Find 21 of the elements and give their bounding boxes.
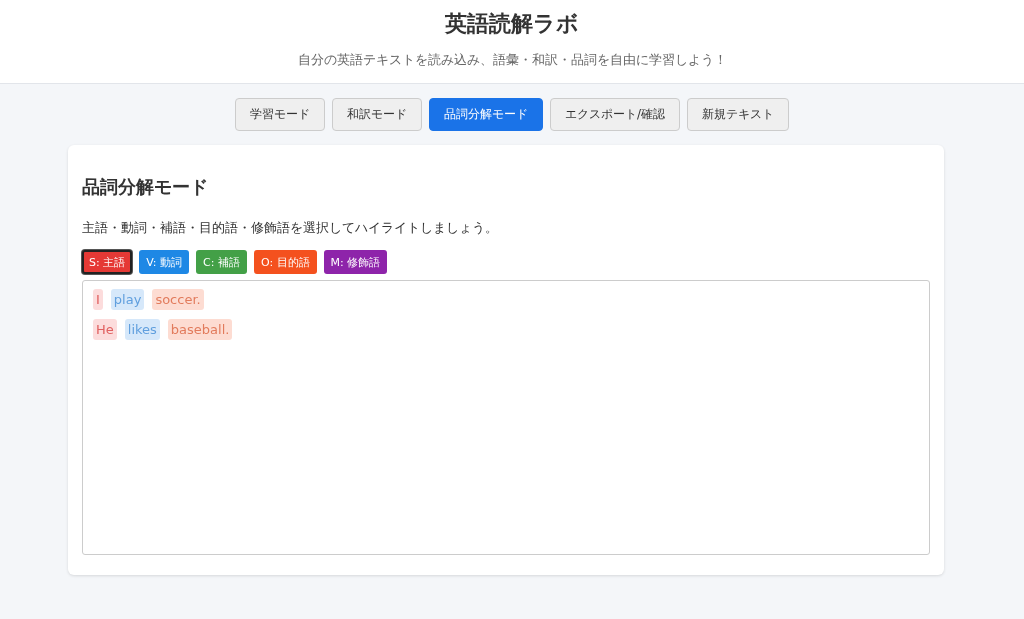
mode-tab[interactable]: 和訳モード bbox=[331, 98, 422, 131]
part-of-speech-tag[interactable]: M: 修飾語 bbox=[323, 250, 388, 274]
mode-tab[interactable]: 学習モード bbox=[234, 98, 325, 131]
mode-tab[interactable]: 新規テキスト bbox=[687, 98, 789, 131]
part-of-speech-tag[interactable]: C: 補語 bbox=[196, 250, 247, 274]
highlighted-word[interactable]: likes bbox=[124, 319, 160, 340]
part-of-speech-tag[interactable]: S: 主語 bbox=[82, 250, 133, 274]
highlighted-word[interactable]: baseball. bbox=[167, 319, 233, 340]
part-of-speech-tag[interactable]: O: 目的語 bbox=[253, 250, 317, 274]
highlighted-word[interactable]: play bbox=[110, 289, 145, 310]
app-subtitle: 自分の英語テキストを読み込み、語彙・和訳・品詞を自由に学習しよう！ bbox=[297, 51, 727, 69]
part-of-speech-tag[interactable]: V: 動詞 bbox=[139, 250, 190, 274]
highlighted-word[interactable]: soccer. bbox=[152, 289, 204, 310]
instruction-text: 主語・動詞・補語・目的語・修飾語を選択してハイライトしましょう。 bbox=[82, 220, 499, 237]
highlighted-word[interactable]: He bbox=[93, 319, 117, 340]
highlighted-word[interactable]: I bbox=[93, 289, 103, 310]
panel-heading: 品詞分解モード bbox=[82, 175, 209, 199]
mode-tab[interactable]: 品詞分解モード bbox=[428, 98, 543, 131]
app-title: 英語読解ラボ bbox=[445, 10, 579, 38]
mode-tab[interactable]: エクスポート/確認 bbox=[549, 98, 680, 131]
text-area[interactable]: I play soccer. He likes baseball. bbox=[82, 280, 930, 555]
